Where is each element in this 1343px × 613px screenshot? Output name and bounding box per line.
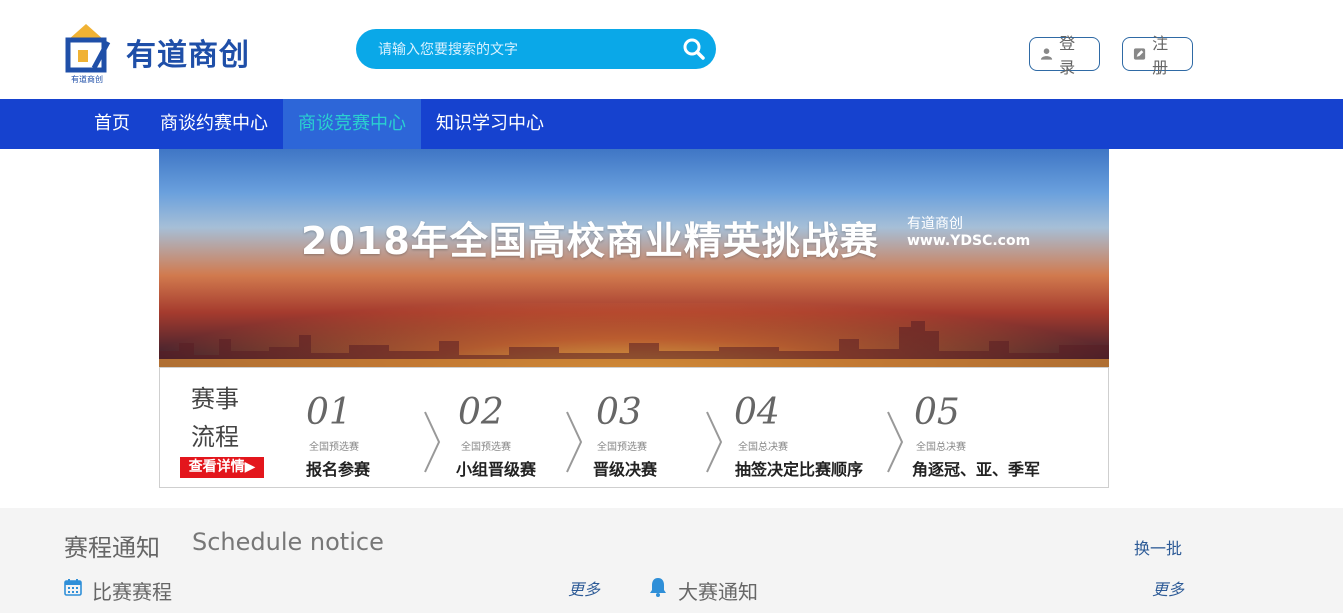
login-label: 登录 xyxy=(1059,34,1076,77)
calendar-icon xyxy=(64,579,82,596)
step-number: 01 xyxy=(306,392,352,433)
bell-icon xyxy=(650,578,666,597)
step-stage: 全国预选赛 xyxy=(597,442,647,453)
register-button[interactable]: 注册 xyxy=(1122,34,1193,77)
flow-title: 赛事 流程 xyxy=(191,380,239,456)
banner-skyline xyxy=(159,321,1109,367)
contest-notice-more-link[interactable]: 更多 xyxy=(1152,576,1184,600)
match-schedule-more-link[interactable]: 更多 xyxy=(568,576,600,600)
step-number: 03 xyxy=(596,392,642,433)
step-number: 04 xyxy=(734,392,780,433)
main-nav: 首页 商谈约赛中心 商谈竞赛中心 知识学习中心 xyxy=(0,99,1343,149)
banner-brand: 有道商创 xyxy=(907,216,963,232)
step-stage: 全国预选赛 xyxy=(461,442,511,453)
login-button[interactable]: 登录 xyxy=(1029,34,1100,77)
section-title: 赛程通知 xyxy=(64,534,160,562)
schedule-section: 赛程通知 Schedule notice 换一批 比赛赛程 更多 大赛通知 更多 xyxy=(0,508,1343,613)
chevron-right-icon xyxy=(424,411,441,473)
step-label: 晋级决赛 xyxy=(593,460,658,479)
flow-title-line2: 流程 xyxy=(191,423,239,451)
step-label: 小组晋级赛 xyxy=(456,460,537,479)
step-label: 抽签决定比赛顺序 xyxy=(735,460,864,479)
refresh-batch-link[interactable]: 换一批 xyxy=(1134,535,1182,559)
step-label: 角逐冠、亚、季军 xyxy=(912,460,1041,479)
step-number: 02 xyxy=(458,392,504,433)
user-icon xyxy=(1040,48,1053,60)
step-label: 报名参赛 xyxy=(306,460,371,479)
step-stage: 全国预选赛 xyxy=(309,442,359,453)
nav-item-match-booking[interactable]: 商谈约赛中心 xyxy=(146,99,282,149)
edit-icon xyxy=(1133,48,1146,60)
step-number: 05 xyxy=(914,392,960,433)
banner-url: www.YDSC.com xyxy=(907,233,1031,249)
view-details-button[interactable]: 查看详情▶ xyxy=(180,457,264,478)
banner-title: 2018年全国高校商业精英挑战赛 xyxy=(301,219,879,263)
hero-banner[interactable]: 2018年全国高校商业精英挑战赛 有道商创 www.YDSC.com xyxy=(159,149,1109,367)
search-bar xyxy=(356,29,716,69)
step-stage: 全国总决赛 xyxy=(738,442,788,453)
step-stage: 全国总决赛 xyxy=(916,442,966,453)
search-icon[interactable] xyxy=(682,37,706,61)
contest-notice-heading: 大赛通知 xyxy=(678,580,758,604)
match-schedule-heading: 比赛赛程 xyxy=(92,580,172,604)
search-input[interactable] xyxy=(376,35,670,65)
logo-text: 有道商创 xyxy=(126,38,250,73)
nav-item-home[interactable]: 首页 xyxy=(80,99,144,149)
chevron-right-icon xyxy=(706,411,723,473)
logo-subtext: 有道商创 xyxy=(71,75,103,84)
nav-item-learning-center[interactable]: 知识学习中心 xyxy=(422,99,558,149)
site-header: 有道商创 有道商创 登录 注册 xyxy=(0,0,1343,99)
section-subtitle: Schedule notice xyxy=(192,528,384,556)
nav-item-competition-center[interactable]: 商谈竞赛中心 xyxy=(283,99,421,149)
competition-flow: 赛事 流程 查看详情▶ 01 全国预选赛 报名参赛 02 全国预选赛 小组晋级赛… xyxy=(159,367,1109,488)
chevron-right-icon xyxy=(566,411,583,473)
register-label: 注册 xyxy=(1152,34,1169,77)
chevron-right-icon xyxy=(887,411,904,473)
flow-title-line1: 赛事 xyxy=(191,385,239,413)
site-logo[interactable]: 有道商创 有道商创 xyxy=(64,22,279,88)
